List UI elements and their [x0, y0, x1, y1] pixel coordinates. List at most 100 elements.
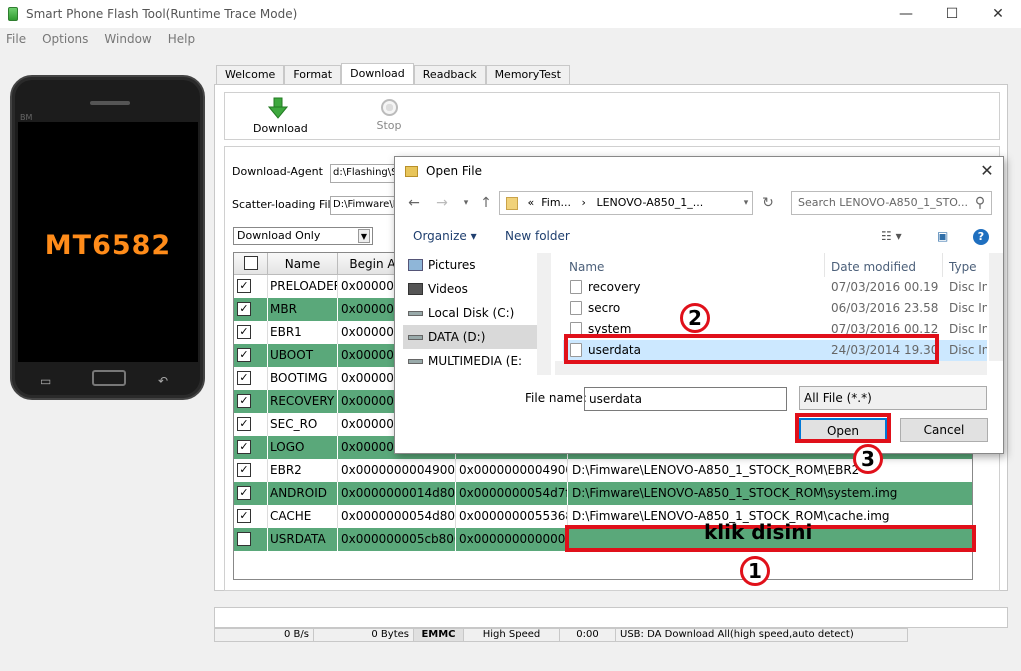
file-list-item[interactable]: secro 06/03/2016 23.58 Disc In [563, 298, 987, 319]
cell-begin: 0x0000000054d80000 [338, 505, 456, 528]
annotation-klik-disini: klik disini [704, 520, 813, 544]
drive-icon [408, 335, 423, 340]
row-checkbox[interactable]: ✓ [237, 417, 251, 431]
preview-pane-icon[interactable]: ▣ [937, 229, 948, 243]
menu-options[interactable]: Options [42, 32, 88, 46]
up-arrow-icon[interactable]: ↑ [477, 193, 495, 213]
row-checkbox[interactable] [237, 532, 251, 546]
maximize-button[interactable]: ☐ [929, 0, 975, 28]
stop-icon [380, 99, 398, 116]
nav-multimedia-e[interactable]: MULTIMEDIA (E: [403, 349, 543, 373]
cell-name: EBR1 [268, 321, 338, 344]
row-checkbox[interactable]: ✓ [237, 279, 251, 293]
row-checkbox[interactable]: ✓ [237, 509, 251, 523]
column-name[interactable]: Name [563, 253, 825, 277]
tab-welcome[interactable]: Welcome [216, 65, 285, 84]
cell-name: PRELOADER [268, 275, 338, 298]
breadcrumb-fimware[interactable]: Fim... [541, 196, 571, 209]
pictures-icon [408, 259, 423, 271]
download-arrow-icon [267, 97, 289, 119]
file-list-item[interactable]: recovery 07/03/2016 00.19 Disc In [563, 277, 987, 298]
cell-end: 0x0000000000000000 [456, 528, 568, 551]
status-bytes: 0 Bytes [314, 628, 414, 642]
cell-name: RECOVERY [268, 390, 338, 413]
address-dropdown-icon[interactable]: ▾ [737, 193, 755, 213]
row-checkbox[interactable]: ✓ [237, 371, 251, 385]
phone-back-key-icon: ↶ [158, 374, 169, 388]
annotation-step-1: 1 [740, 556, 770, 586]
file-list-scrollbar[interactable] [989, 253, 1003, 361]
nav-pane-scrollbar[interactable] [537, 253, 551, 375]
tab-format[interactable]: Format [284, 65, 342, 84]
column-type[interactable]: Type [943, 253, 987, 277]
search-input[interactable]: Search LENOVO-A850_1_STO... [791, 191, 992, 215]
file-type: Disc In [949, 322, 987, 336]
row-checkbox[interactable]: ✓ [237, 325, 251, 339]
tab-readback[interactable]: Readback [413, 65, 486, 84]
videos-icon [408, 283, 423, 295]
refresh-icon[interactable]: ↻ [759, 193, 777, 213]
download-agent-label: Download-Agent [232, 165, 323, 178]
select-all-checkbox[interactable] [244, 256, 258, 270]
file-date: 06/03/2016 23.58 [831, 301, 939, 315]
minimize-button[interactable]: — [883, 0, 929, 28]
nav-pictures[interactable]: Pictures [403, 253, 543, 277]
row-checkbox[interactable]: ✓ [237, 394, 251, 408]
download-button[interactable]: Download [253, 97, 308, 135]
cell-name: MBR [268, 298, 338, 321]
dialog-close-icon[interactable]: ✕ [977, 161, 997, 181]
tab-memorytest[interactable]: MemoryTest [485, 65, 570, 84]
new-folder-button[interactable]: New folder [505, 229, 570, 243]
breadcrumb-lenovo[interactable]: LENOVO-A850_1_... [596, 196, 703, 209]
file-name-input[interactable]: userdata [584, 387, 787, 411]
row-checkbox-cell: ✓ [234, 344, 268, 367]
help-icon[interactable]: ? [973, 229, 989, 245]
scatter-file-field[interactable]: D:\Fimware\L [330, 196, 398, 215]
cell-name: ANDROID [268, 482, 338, 505]
phone-home-key-icon [92, 370, 126, 386]
file-name-label: File name: [525, 391, 587, 405]
column-date-modified[interactable]: Date modified [825, 253, 943, 277]
cell-location: D:\Fimware\LENOVO-A850_1_STOCK_ROM\EBR2 [568, 459, 972, 482]
recent-chevron-icon[interactable]: ▾ [457, 193, 475, 213]
row-checkbox[interactable]: ✓ [237, 440, 251, 454]
menu-window[interactable]: Window [104, 32, 151, 46]
cell-name: EBR2 [268, 459, 338, 482]
view-options-icon[interactable]: ☷ ▾ [881, 229, 902, 243]
row-checkbox-cell: ✓ [234, 275, 268, 298]
tab-download[interactable]: Download [341, 63, 414, 84]
download-mode-select[interactable]: Download Only ▼ [233, 227, 373, 245]
row-checkbox[interactable]: ✓ [237, 348, 251, 362]
header-select-all[interactable] [234, 253, 268, 275]
cell-begin: 0x000000005cb80000 [338, 528, 456, 551]
status-speed: 0 B/s [214, 628, 314, 642]
download-agent-field[interactable]: d:\Flashing\SP [330, 164, 398, 183]
folder-icon [405, 165, 418, 177]
menu-help[interactable]: Help [168, 32, 195, 46]
address-bar[interactable]: « Fim... › LENOVO-A850_1_... [499, 191, 753, 215]
table-row[interactable]: ✓ ANDROID0x0000000014d800000x0000000054d7… [234, 482, 972, 505]
nav-videos[interactable]: Videos [403, 277, 543, 301]
phone-speaker [90, 101, 130, 105]
dialog-title-bar: Open File ✕ [395, 157, 1003, 185]
row-checkbox-cell: ✓ [234, 459, 268, 482]
cell-begin: 0x0000000004900000 [338, 459, 456, 482]
breadcrumb-overflow[interactable]: « [528, 196, 535, 209]
stop-button[interactable]: Stop [369, 97, 409, 132]
organize-button[interactable]: Organize ▾ [413, 229, 477, 243]
app-icon [8, 7, 18, 21]
forward-arrow-icon[interactable]: → [433, 193, 451, 213]
nav-local-disk-c[interactable]: Local Disk (C:) [403, 301, 543, 325]
search-icon: ⚲ [974, 195, 986, 211]
file-type-select[interactable]: All File (*.*) [799, 386, 987, 410]
back-arrow-icon[interactable]: ← [405, 193, 423, 213]
file-list-header: Name Date modified Type [563, 253, 987, 277]
cancel-button[interactable]: Cancel [900, 418, 988, 442]
row-checkbox[interactable]: ✓ [237, 486, 251, 500]
close-button[interactable]: ✕ [975, 0, 1021, 28]
file-type: Disc In [949, 343, 987, 357]
menu-file[interactable]: File [6, 32, 26, 46]
row-checkbox[interactable]: ✓ [237, 463, 251, 477]
row-checkbox[interactable]: ✓ [237, 302, 251, 316]
nav-data-d[interactable]: DATA (D:) [403, 325, 543, 349]
